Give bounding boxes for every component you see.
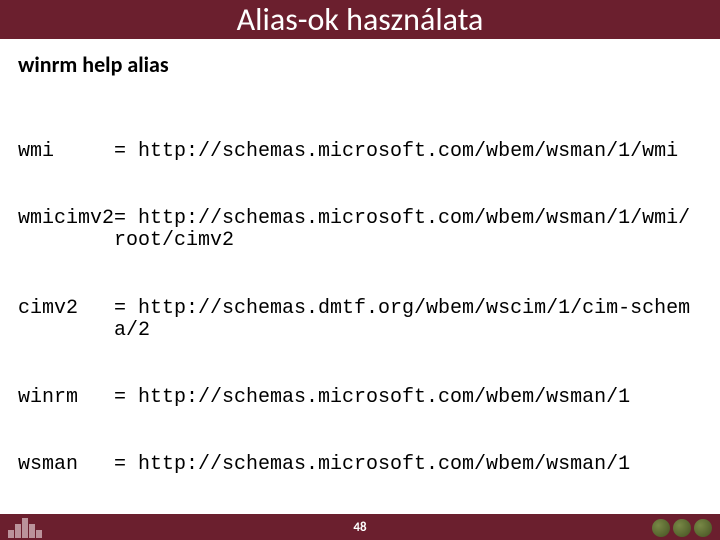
content-area: winrm help alias wmi= http://schemas.mic…	[0, 39, 720, 540]
alias-name: cimv2	[18, 298, 114, 320]
badge-icon	[694, 519, 712, 537]
alias-row: wsman= http://schemas.microsoft.com/wbem…	[18, 454, 702, 476]
alias-name: wmicimv2	[18, 208, 114, 230]
alias-row: wmi= http://schemas.microsoft.com/wbem/w…	[18, 141, 702, 163]
badge-icon	[673, 519, 691, 537]
alias-uri: = http://schemas.microsoft.com/wbem/wsma…	[114, 386, 630, 409]
alias-uri: = http://schemas.microsoft.com/wbem/wsma…	[114, 453, 630, 476]
alias-row: winrm= http://schemas.microsoft.com/wbem…	[18, 387, 702, 409]
alias-uri: = http://schemas.dmtf.org/wbem/wscim/1/c…	[114, 297, 690, 342]
footer-logo-right	[652, 519, 712, 537]
alias-uri: = http://schemas.microsoft.com/wbem/wsma…	[114, 207, 690, 252]
footer-bar: 48	[0, 514, 720, 540]
alias-name: wsman	[18, 454, 114, 476]
alias-row: cimv2= http://schemas.dmtf.org/wbem/wsci…	[18, 298, 702, 343]
page-number: 48	[353, 520, 366, 535]
footer-logo-left	[8, 516, 68, 538]
alias-row: wmicimv2= http://schemas.microsoft.com/w…	[18, 208, 702, 253]
alias-uri: = http://schemas.microsoft.com/wbem/wsma…	[114, 140, 678, 163]
slide-title: Alias-ok használata	[237, 0, 484, 39]
title-bar: Alias-ok használata	[0, 0, 720, 39]
slide: Alias-ok használata winrm help alias wmi…	[0, 0, 720, 540]
command-subtitle: winrm help alias	[18, 51, 702, 78]
alias-name: winrm	[18, 387, 114, 409]
badge-icon	[652, 519, 670, 537]
alias-list: wmi= http://schemas.microsoft.com/wbem/w…	[18, 96, 702, 540]
alias-name: wmi	[18, 141, 114, 163]
